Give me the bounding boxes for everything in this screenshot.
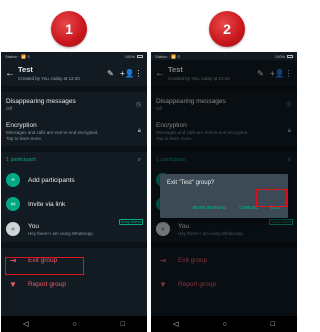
nav-back-icon[interactable]: ◁ [173, 320, 178, 328]
edit-pencil-icon[interactable]: ✎ [106, 69, 115, 78]
invite-link-row[interactable]: ∞ Invite via link [1, 192, 147, 216]
participant-status: Hey there! I am using WhatsApp. [28, 230, 95, 236]
link-icon: ∞ [6, 197, 20, 211]
disappearing-title: Disappearing messages [6, 97, 76, 105]
disappearing-messages-row[interactable]: Disappearing messages Off ◷ [1, 92, 147, 116]
participant-you-row[interactable]: ● You Hey there! I am using WhatsApp. Gr… [1, 216, 147, 242]
encryption-row[interactable]: Encryption Messages and calls are end-to… [1, 116, 147, 146]
add-person-icon[interactable]: +👤 [120, 69, 135, 78]
exit-group-highlight [5, 257, 84, 275]
add-participants-row[interactable]: + Add participants [1, 168, 147, 192]
phone-screen-exit-dialog: Station · 📶 ⊙ 100% ← Test Created by You… [151, 52, 297, 332]
avatar: ● [6, 222, 20, 236]
step-badge-1: 1 [51, 11, 87, 47]
more-options-icon[interactable]: ⋮ [134, 69, 143, 78]
battery-percent: 100% [124, 53, 135, 59]
lock-icon: 🔒︎ [137, 127, 141, 134]
tutorial-figure: 1 2 Station · 📶 ⊙ 100% ← Test Created by… [0, 0, 298, 332]
nav-recents-icon[interactable]: □ [271, 321, 275, 328]
group-created-subtitle: Created by You, today at 12:40 [18, 76, 80, 81]
phone-screen-group-info: Station · 📶 ⊙ 100% ← Test Created by You… [1, 52, 147, 332]
report-group-label: Report group [28, 280, 66, 288]
thumb-down-icon: ▼ [9, 279, 17, 289]
nav-recents-icon[interactable]: □ [121, 321, 125, 328]
search-icon[interactable]: ⌕ [138, 157, 141, 164]
report-group-row[interactable]: ▼ Report group [1, 272, 147, 296]
battery-percent: 100% [274, 53, 285, 59]
nav-home-icon[interactable]: ○ [222, 321, 226, 328]
nav-home-icon[interactable]: ○ [72, 321, 76, 328]
add-person-icon: + [6, 173, 20, 187]
battery-icon [137, 54, 143, 58]
group-title-block: Test Created by You, today at 12:40 [18, 65, 101, 81]
group-name: Test [18, 65, 33, 74]
disappearing-value: Off [6, 105, 12, 111]
app-bar: ← Test Created by You, today at 12:40 ✎ … [1, 60, 147, 86]
encryption-line-1: Messages and calls are end-to-end encryp… [6, 129, 99, 135]
group-admin-badge: Group Admin [118, 219, 143, 225]
battery-icon [287, 54, 293, 58]
mute-instead-button[interactable]: MUTE INSTEAD [191, 203, 227, 212]
encryption-title: Encryption [6, 121, 37, 129]
participant-name: You [28, 222, 39, 230]
step-badge-2: 2 [209, 11, 245, 47]
status-right: 100% [275, 54, 293, 59]
encryption-line-2: Tap to learn more. [6, 135, 43, 141]
invite-link-label: Invite via link [28, 200, 66, 208]
exit-button-highlight [256, 189, 287, 207]
status-bar: Station · 📶 ⊙ 100% [151, 52, 297, 60]
system-nav-bar: ◁ ○ □ [151, 316, 297, 332]
participants-header: 1 participant ⌕ [1, 152, 147, 168]
status-bar: Station · 📶 ⊙ 100% [1, 52, 147, 60]
system-nav-bar: ◁ ○ □ [1, 316, 147, 332]
participants-count: 1 participant [6, 157, 36, 163]
timer-icon: ◷ [135, 101, 141, 108]
add-participants-label: Add participants [28, 176, 75, 184]
nav-back-icon[interactable]: ◁ [23, 320, 28, 328]
back-arrow-icon[interactable]: ← [5, 68, 15, 79]
status-right: 100% [125, 54, 143, 59]
status-left: Station · 📶 ⊙ [5, 53, 31, 59]
status-left: Station · 📶 ⊙ [155, 53, 181, 59]
